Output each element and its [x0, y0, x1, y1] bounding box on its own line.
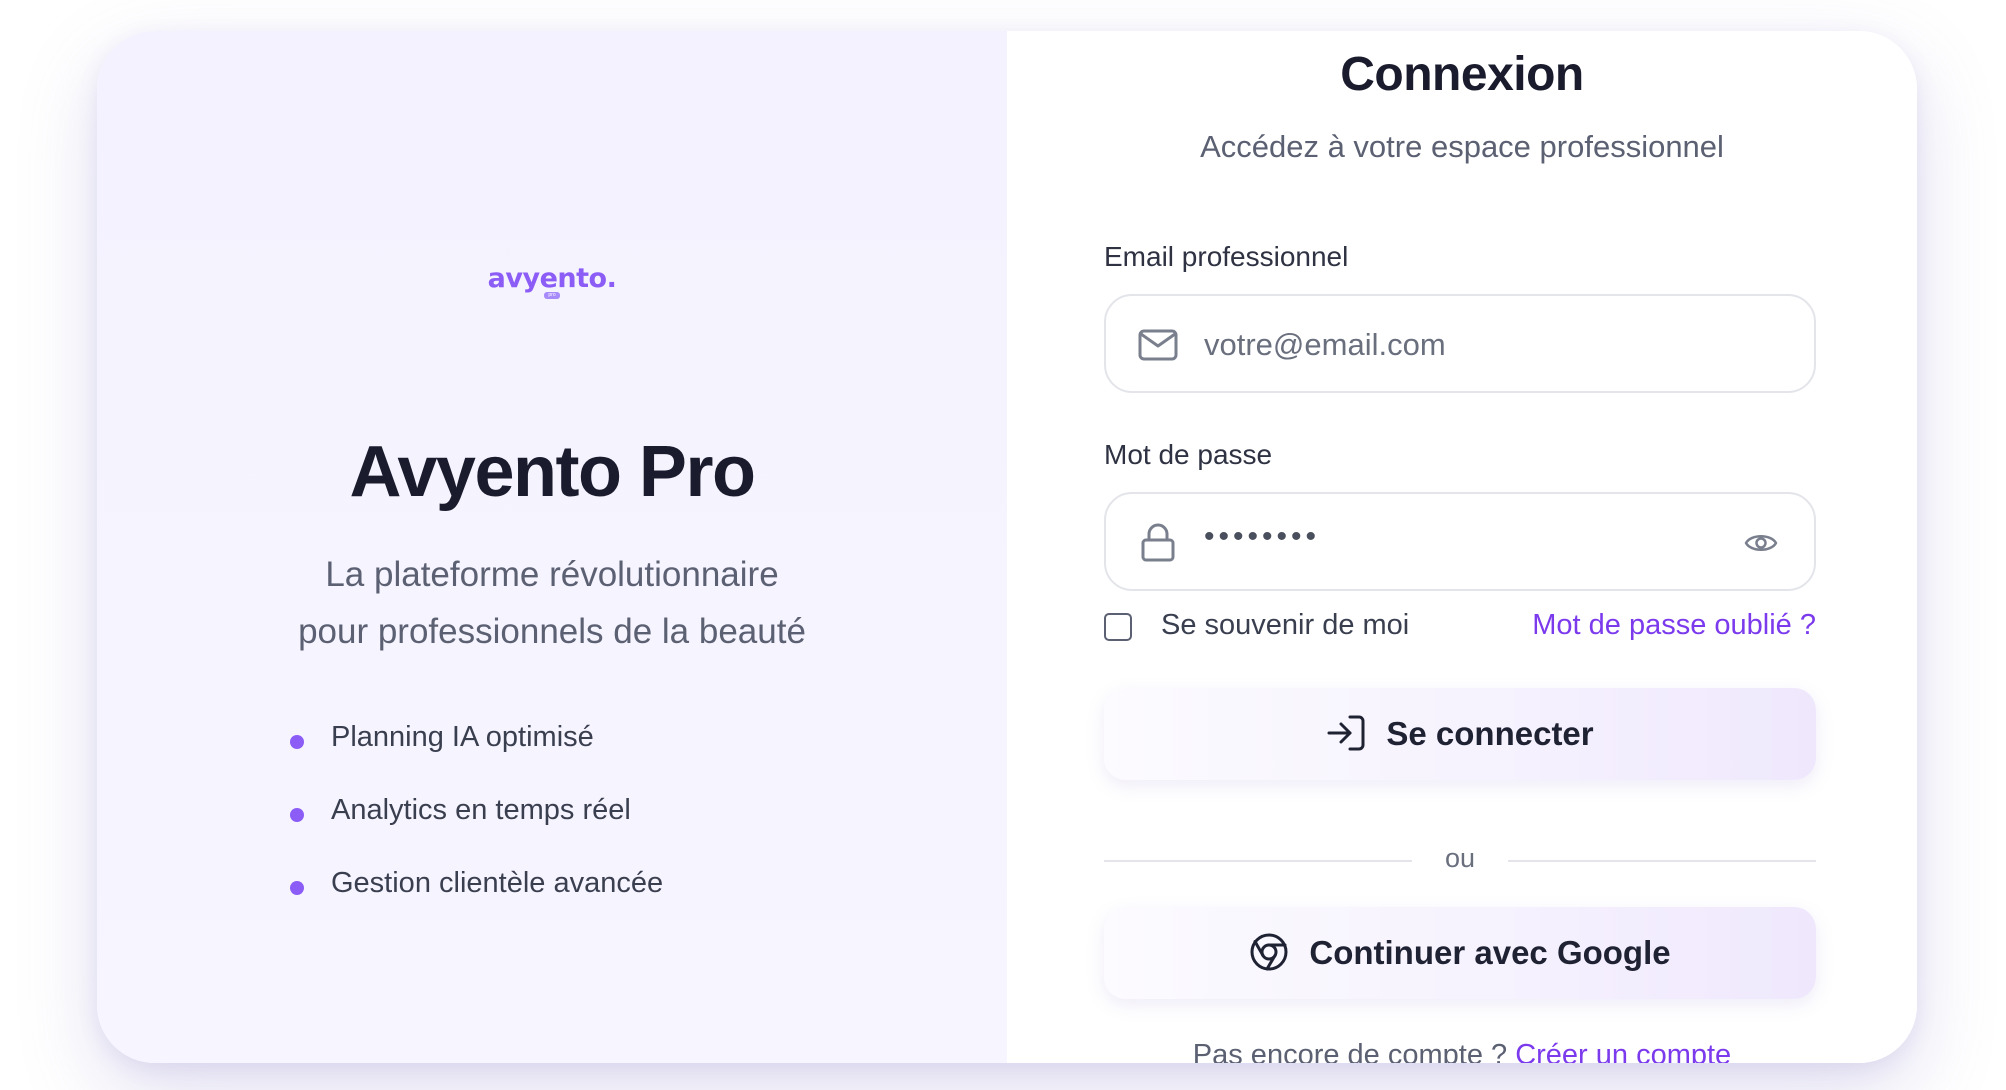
login-button-label: Se connecter [1386, 715, 1594, 752]
email-field[interactable]: votre@email.com [1104, 294, 1816, 393]
password-field[interactable]: •••••••• [1104, 492, 1816, 591]
remember-row: Se souvenir de moi Mot de passe oublié ? [1104, 609, 1816, 649]
divider-text: ou [1444, 843, 1476, 873]
email-label: Email professionnel [1104, 241, 1349, 272]
lock-icon [1141, 523, 1175, 562]
google-login-button[interactable]: Continuer avec Google [1104, 907, 1816, 999]
logo: avyento. pro [97, 263, 1007, 299]
password-value: •••••••• [1204, 520, 1321, 553]
remember-label[interactable]: Se souvenir de moi [1161, 609, 1409, 642]
mail-icon [1138, 329, 1178, 361]
tagline-line-2: pour professionnels de la beauté [298, 612, 806, 651]
tagline-line-1: La plateforme révolutionnaire [325, 555, 779, 594]
feature-label: Analytics en temps réel [331, 794, 631, 826]
feature-label: Gestion clientèle avancée [331, 867, 664, 899]
signup-text: Pas encore de compte ? [1192, 1039, 1508, 1063]
bullet-dot-icon [290, 735, 304, 749]
signup-prompt: Pas encore de compte ? Créer un compte [1007, 1039, 1917, 1063]
page-title: Connexion [1340, 48, 1584, 101]
remember-checkbox[interactable] [1104, 613, 1132, 641]
signup-link[interactable]: Créer un compte [1515, 1039, 1731, 1063]
eye-icon[interactable] [1744, 530, 1778, 556]
email-placeholder: votre@email.com [1204, 327, 1446, 362]
log-in-icon [1327, 715, 1365, 751]
tagline: La plateforme révolutionnaire pour profe… [97, 546, 1007, 660]
bullet-dot-icon [290, 808, 304, 822]
password-label: Mot de passe [1104, 439, 1273, 470]
login-button[interactable]: Se connecter [1104, 688, 1816, 780]
feature-label: Planning IA optimisé [331, 721, 594, 753]
page-subtitle: Accédez à votre espace professionnel [1200, 129, 1724, 164]
brand-panel: avyento. pro Avyento Pro La plateforme r… [97, 31, 1007, 1063]
divider: ou [1104, 843, 1816, 883]
forgot-password-link[interactable]: Mot de passe oublié ? [1532, 609, 1816, 642]
google-button-label: Continuer avec Google [1309, 934, 1671, 971]
login-panel: Connexion Accédez à votre espace profess… [1007, 31, 1917, 1063]
chrome-icon [1250, 933, 1288, 971]
logo-wordmark: avyento. [487, 263, 617, 294]
brand-title: Avyento Pro [349, 432, 756, 512]
divider-line-right [1508, 860, 1816, 862]
login-card: avyento. pro Avyento Pro La plateforme r… [97, 31, 1917, 1063]
bullet-dot-icon [290, 881, 304, 895]
